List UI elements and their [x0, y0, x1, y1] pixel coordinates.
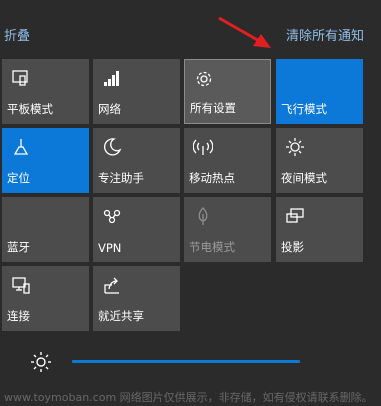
tile-bluetooth[interactable]: 蓝牙: [2, 197, 89, 262]
battery-saver-icon: [192, 205, 214, 227]
tile-label: 所有设置: [190, 101, 236, 115]
brightness-sun-icon: [30, 351, 52, 373]
tile-label: 飞行模式: [281, 102, 327, 116]
tile-label: 专注助手: [98, 171, 144, 185]
tile-night-light[interactable]: 夜间模式: [276, 128, 363, 193]
tile-connect[interactable]: 连接: [2, 266, 89, 331]
tile-tablet-mode[interactable]: 平板模式: [2, 59, 89, 124]
tile-location[interactable]: 定位: [2, 128, 89, 193]
project-icon: [284, 205, 306, 227]
night-light-icon: [284, 136, 306, 158]
vpn-icon: [101, 205, 123, 227]
tile-nearby-share[interactable]: 就近共享: [93, 266, 180, 331]
tile-label: 定位: [7, 171, 30, 185]
gear-icon: [193, 68, 215, 90]
tile-label: VPN: [98, 241, 122, 255]
nearby-share-icon: [101, 274, 123, 296]
tile-label: 就近共享: [98, 309, 144, 323]
clear-all-notifications-link[interactable]: 清除所有通知: [286, 25, 364, 44]
collapse-link[interactable]: 折叠: [4, 25, 30, 44]
tile-label: 蓝牙: [7, 240, 30, 254]
red-arrow-annotation: [218, 16, 271, 48]
tile-label: 平板模式: [7, 102, 53, 116]
watermark-text: www.toymoban.com 网络图片仅供展示，非存储，如有侵权请联系删除。: [4, 391, 373, 404]
hotspot-icon: [192, 136, 214, 158]
network-signal-icon: [101, 67, 123, 89]
tile-battery-saver[interactable]: 节电模式: [184, 197, 271, 262]
tile-label: 网络: [98, 102, 121, 116]
tile-label: 夜间模式: [281, 171, 327, 185]
connect-icon: [10, 274, 32, 296]
tile-mobile-hotspot[interactable]: 移动热点: [184, 128, 271, 193]
tile-label: 移动热点: [189, 171, 235, 185]
tile-all-settings[interactable]: 所有设置: [184, 59, 271, 124]
tile-focus-assist[interactable]: 专注助手: [93, 128, 180, 193]
tile-airplane-mode[interactable]: 飞行模式: [276, 59, 363, 124]
brightness-slider[interactable]: [72, 360, 300, 363]
tablet-mode-icon: [10, 67, 32, 89]
tile-network[interactable]: 网络: [93, 59, 180, 124]
tile-label: 投影: [281, 240, 304, 254]
moon-icon: [101, 136, 123, 158]
brightness-control: [30, 351, 310, 373]
location-icon: [10, 136, 32, 158]
tile-project[interactable]: 投影: [276, 197, 363, 262]
tile-label: 节电模式: [189, 240, 235, 254]
tile-label: 连接: [7, 309, 30, 323]
tile-vpn[interactable]: VPN: [93, 197, 180, 262]
